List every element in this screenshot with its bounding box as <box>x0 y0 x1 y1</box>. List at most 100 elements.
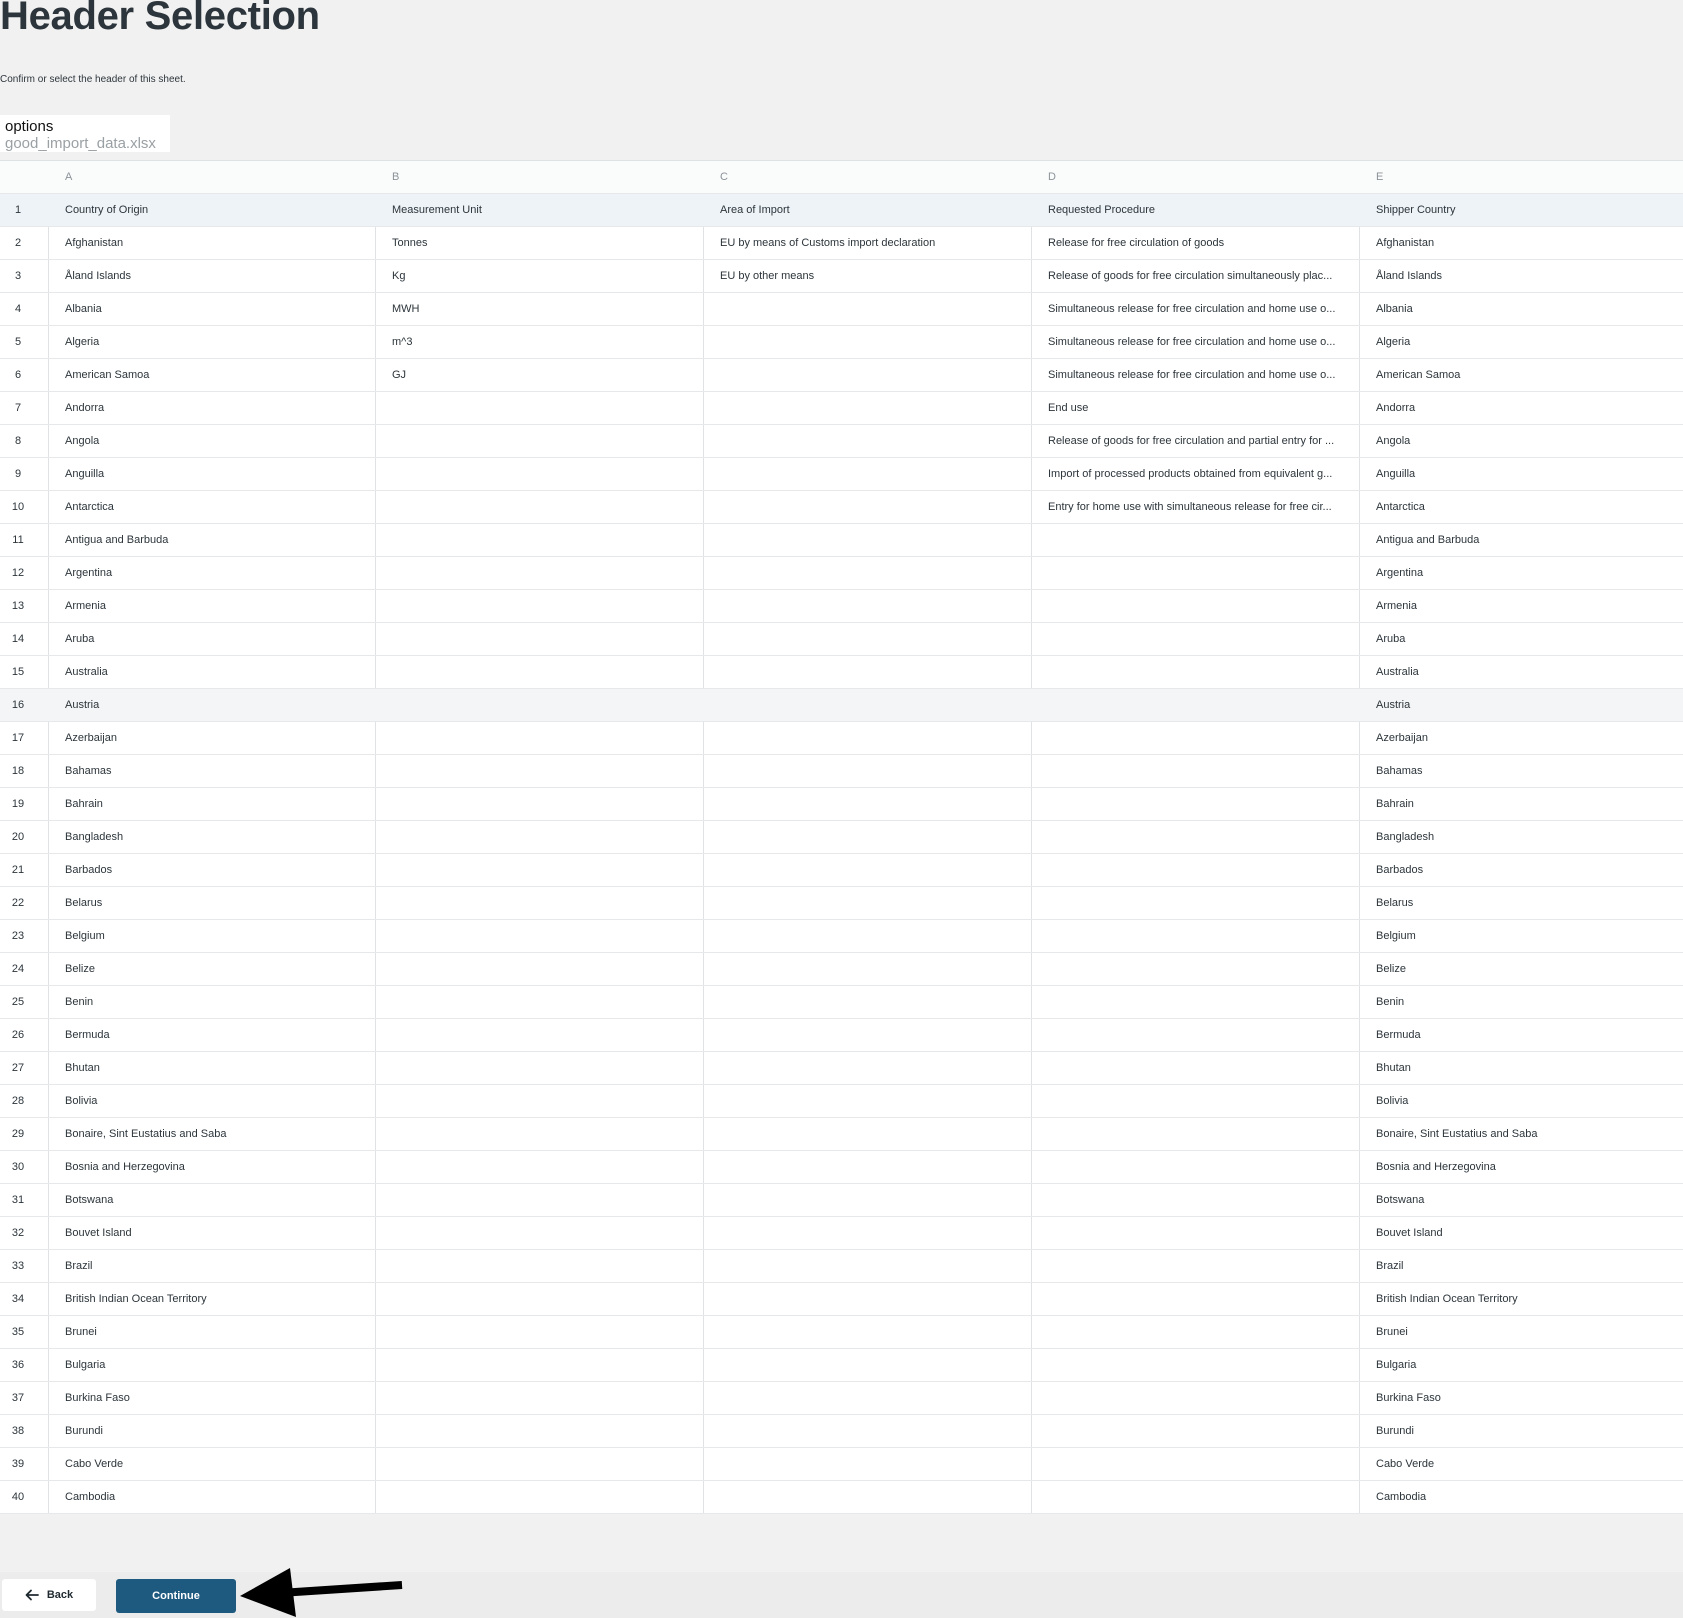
table-row[interactable]: 15 Australia Australia <box>0 656 1683 689</box>
row-number[interactable]: 40 <box>0 1481 48 1513</box>
table-cell: Bahamas <box>1376 765 1423 777</box>
row-number[interactable]: 10 <box>0 491 48 523</box>
row-number[interactable]: 36 <box>0 1349 48 1381</box>
table-cell <box>392 1382 697 1414</box>
table-row[interactable]: 17 Azerbaijan Azerbaijan <box>0 722 1683 755</box>
row-number[interactable]: 11 <box>0 524 48 556</box>
table-row[interactable]: 12 Argentina Argentina <box>0 557 1683 590</box>
row-number[interactable]: 9 <box>0 458 48 490</box>
table-cell: Australia <box>1376 666 1419 678</box>
table-cell: Requested Procedure <box>1048 204 1156 216</box>
row-number[interactable]: 32 <box>0 1217 48 1249</box>
table-row[interactable]: 21 Barbados Barbados <box>0 854 1683 887</box>
corner-cell <box>0 161 48 193</box>
column-letter-c[interactable]: C <box>720 161 1025 193</box>
table-cell <box>720 656 1025 688</box>
table-row[interactable]: 23 Belgium Belgium <box>0 920 1683 953</box>
row-number[interactable]: 21 <box>0 854 48 886</box>
table-cell: Simultaneous release for free circulatio… <box>1048 369 1336 381</box>
table-cell: Afghanistan <box>65 237 124 249</box>
table-cell <box>392 887 697 919</box>
table-row[interactable]: 3 Åland Islands Kg EU by other means Release… <box>0 260 1683 293</box>
table-cell <box>720 689 1025 721</box>
row-number[interactable]: 34 <box>0 1283 48 1315</box>
row-number[interactable]: 7 <box>0 392 48 424</box>
table-row[interactable]: 26 Bermuda Bermuda <box>0 1019 1683 1052</box>
table-row[interactable]: 19 Bahrain Bahrain <box>0 788 1683 821</box>
table-row[interactable]: 24 Belize Belize <box>0 953 1683 986</box>
row-number[interactable]: 38 <box>0 1415 48 1447</box>
row-number[interactable]: 37 <box>0 1382 48 1414</box>
row-number[interactable]: 2 <box>0 227 48 259</box>
table-row[interactable]: 32 Bouvet Island Bouvet Island <box>0 1217 1683 1250</box>
row-number[interactable]: 18 <box>0 755 48 787</box>
row-number[interactable]: 35 <box>0 1316 48 1348</box>
column-letter-e[interactable]: E <box>1376 161 1676 193</box>
row-number[interactable]: 1 <box>0 194 48 226</box>
row-number[interactable]: 13 <box>0 590 48 622</box>
back-button[interactable]: Back <box>2 1579 96 1611</box>
row-number[interactable]: 39 <box>0 1448 48 1480</box>
table-row[interactable]: 31 Botswana Botswana <box>0 1184 1683 1217</box>
table-row[interactable]: 10 Antarctica Entry for home use with simu… <box>0 491 1683 524</box>
table-row[interactable]: 7 Andorra End use Andorra <box>0 392 1683 425</box>
table-row[interactable]: 22 Belarus Belarus <box>0 887 1683 920</box>
table-row[interactable]: 37 Burkina Faso Burkina Faso <box>0 1382 1683 1415</box>
row-number[interactable]: 12 <box>0 557 48 589</box>
table-row[interactable]: 34 British Indian Ocean Territory British … <box>0 1283 1683 1316</box>
table-row[interactable]: 2 Afghanistan Tonnes EU by means of Customs… <box>0 227 1683 260</box>
row-number[interactable]: 14 <box>0 623 48 655</box>
row-number[interactable]: 20 <box>0 821 48 853</box>
table-row[interactable]: 38 Burundi Burundi <box>0 1415 1683 1448</box>
table-row[interactable]: 9 Anguilla Import of processed products ob… <box>0 458 1683 491</box>
table-row[interactable]: 14 Aruba Aruba <box>0 623 1683 656</box>
continue-button[interactable]: Continue <box>116 1579 236 1613</box>
table-row[interactable]: 35 Brunei Brunei <box>0 1316 1683 1349</box>
table-row[interactable]: 39 Cabo Verde Cabo Verde <box>0 1448 1683 1481</box>
sheet-selector[interactable]: options good_import_data.xlsx <box>0 115 170 152</box>
header-row[interactable]: 1 Country of Origin Measurement Unit Area o… <box>0 194 1683 227</box>
table-row[interactable]: 28 Bolivia Bolivia <box>0 1085 1683 1118</box>
table-row[interactable]: 8 Angola Release of goods for free circula… <box>0 425 1683 458</box>
row-number[interactable]: 6 <box>0 359 48 391</box>
table-row[interactable]: 11 Antigua and Barbuda Antigua and Barbuda <box>0 524 1683 557</box>
sheet-label: options <box>5 118 54 135</box>
row-number[interactable]: 24 <box>0 953 48 985</box>
row-number[interactable]: 25 <box>0 986 48 1018</box>
table-row[interactable]: 40 Cambodia Cambodia <box>0 1481 1683 1514</box>
table-row[interactable]: 27 Bhutan Bhutan <box>0 1052 1683 1085</box>
row-number[interactable]: 23 <box>0 920 48 952</box>
table-row[interactable]: 13 Armenia Armenia <box>0 590 1683 623</box>
column-letter-b[interactable]: B <box>392 161 697 193</box>
row-number[interactable]: 16 <box>0 689 48 721</box>
row-number[interactable]: 26 <box>0 1019 48 1051</box>
row-number[interactable]: 15 <box>0 656 48 688</box>
table-row[interactable]: 5 Algeria m^3 Simultaneous release for free… <box>0 326 1683 359</box>
row-number[interactable]: 29 <box>0 1118 48 1150</box>
row-number[interactable]: 3 <box>0 260 48 292</box>
table-row[interactable]: 29 Bonaire, Sint Eustatius and Saba Bonair… <box>0 1118 1683 1151</box>
row-number[interactable]: 17 <box>0 722 48 754</box>
table-row[interactable]: 30 Bosnia and Herzegovina Bosnia and Herze… <box>0 1151 1683 1184</box>
table-row[interactable]: 4 Albania MWH Simultaneous release for free… <box>0 293 1683 326</box>
column-letter-d[interactable]: D <box>1048 161 1340 193</box>
table-cell <box>392 755 697 787</box>
row-number[interactable]: 31 <box>0 1184 48 1216</box>
table-row[interactable]: 20 Bangladesh Bangladesh <box>0 821 1683 854</box>
column-letter-a[interactable]: A <box>65 161 370 193</box>
row-number[interactable]: 8 <box>0 425 48 457</box>
table-row[interactable]: 16 Austria Austria <box>0 689 1683 722</box>
table-row[interactable]: 36 Bulgaria Bulgaria <box>0 1349 1683 1382</box>
row-number[interactable]: 33 <box>0 1250 48 1282</box>
row-number[interactable]: 5 <box>0 326 48 358</box>
table-row[interactable]: 6 American Samoa GJ Simultaneous release fo… <box>0 359 1683 392</box>
row-number[interactable]: 28 <box>0 1085 48 1117</box>
table-row[interactable]: 18 Bahamas Bahamas <box>0 755 1683 788</box>
row-number[interactable]: 30 <box>0 1151 48 1183</box>
row-number[interactable]: 27 <box>0 1052 48 1084</box>
row-number[interactable]: 4 <box>0 293 48 325</box>
row-number[interactable]: 19 <box>0 788 48 820</box>
table-row[interactable]: 33 Brazil Brazil <box>0 1250 1683 1283</box>
row-number[interactable]: 22 <box>0 887 48 919</box>
table-row[interactable]: 25 Benin Benin <box>0 986 1683 1019</box>
